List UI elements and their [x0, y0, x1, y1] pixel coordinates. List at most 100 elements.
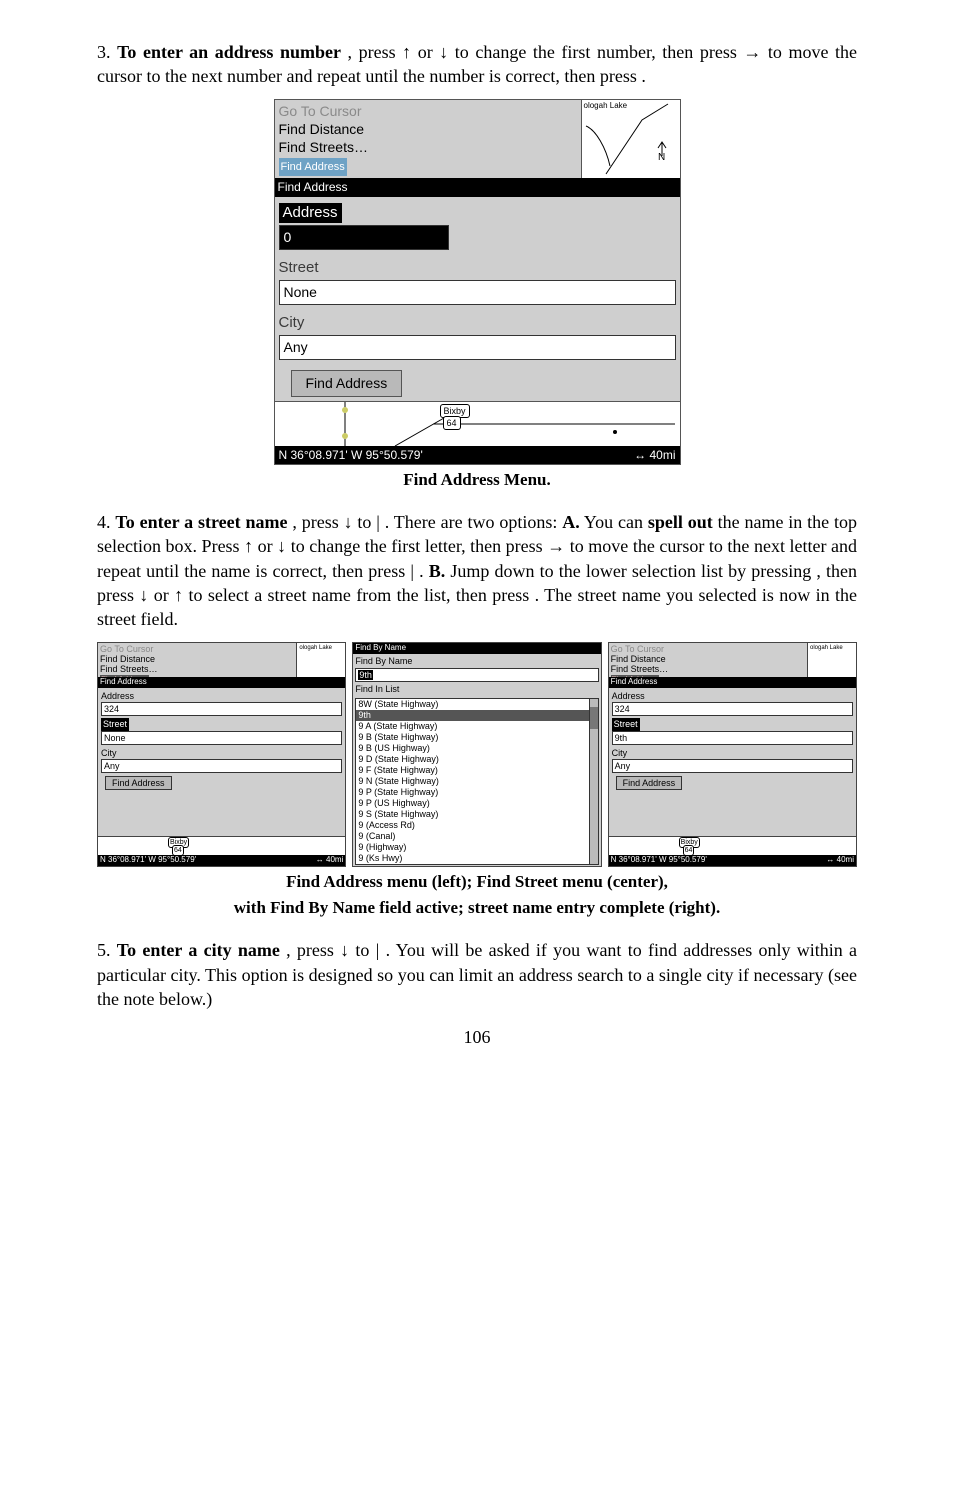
mini-city-field-r[interactable]: Any: [612, 759, 853, 773]
mini-status-r: N 36°08.971' W 95°50.579' ↔ 40mi: [609, 855, 856, 866]
street-list-item[interactable]: 9 A (State Highway): [356, 721, 597, 732]
address-label: Address: [279, 203, 342, 223]
mini-street-field[interactable]: None: [101, 731, 342, 745]
mini-status-coords: N 36°08.971' W 95°50.579': [100, 855, 196, 866]
step4-rest-b: You can: [584, 512, 648, 532]
caption-2b: with Find By Name field active; street n…: [97, 897, 857, 920]
find-by-name-value: 9th: [358, 670, 373, 680]
mini-street-label: Street: [101, 718, 129, 730]
form-area: Address 0 Street None City Any Find Addr…: [275, 197, 680, 401]
street-list-item[interactable]: 9 B (US Highway): [356, 743, 597, 754]
step4-spell: spell out: [648, 512, 713, 532]
status-bar: N 36°08.971' W 95°50.579' ↔ 40mi: [275, 446, 680, 464]
street-list-item[interactable]: 9th: [356, 710, 597, 721]
bottom-map-svg: [275, 402, 680, 446]
step4-a: A.: [562, 512, 580, 532]
screenshot-triple: Go To Cursor Find Distance Find Streets……: [97, 642, 857, 866]
find-by-name-field[interactable]: 9th: [355, 668, 598, 682]
scroll-thumb[interactable]: [590, 707, 598, 729]
mini-address-label: Address: [101, 690, 342, 702]
street-list-item[interactable]: 9 F (State Highway): [356, 765, 597, 776]
street-list-item[interactable]: 9 S (State Highway): [356, 809, 597, 820]
mini-street-label-r: Street: [612, 718, 640, 730]
step4-title: To enter a street name: [115, 512, 287, 532]
street-list-item[interactable]: 9 B (State Highway): [356, 732, 597, 743]
step3-paragraph: 3. To enter an address number , press ↑ …: [97, 40, 857, 89]
top-row: Go To Cursor Find Distance Find Streets……: [275, 100, 680, 178]
mini-menu: Go To Cursor Find Distance Find Streets……: [98, 643, 296, 677]
step4-b: B.: [429, 561, 446, 581]
street-list-item[interactable]: 9 (Canal): [356, 831, 597, 842]
mini-city-label-r: City: [612, 747, 853, 759]
mini-window-title-r: Find Address: [609, 677, 856, 688]
mini-bottom-map-r: Bixby 64: [609, 836, 856, 855]
step4-rest-a: , press ↓ to | . There are two options:: [292, 512, 562, 532]
caption-2a: Find Address menu (left); Find Street me…: [97, 871, 857, 894]
mini-status-scale: ↔ 40mi: [316, 855, 344, 866]
address-field[interactable]: 0: [279, 225, 449, 250]
status-coords: N 36°08.971' W 95°50.579': [279, 447, 423, 463]
mini-find-streets-r: Find Streets…: [611, 664, 805, 674]
map-thumbnail: ologah Lake N: [581, 100, 680, 178]
mini-go-to-cursor-r: Go To Cursor: [611, 644, 805, 654]
screenshot-right: Go To Cursor Find Distance Find Streets……: [608, 642, 857, 866]
street-field[interactable]: None: [279, 280, 676, 305]
popup-menu: Go To Cursor Find Distance Find Streets……: [275, 100, 581, 178]
center-title-bar: Find By Name: [353, 643, 600, 654]
street-list-item[interactable]: 9 (Highway): [356, 842, 597, 853]
mini-form-r: Address 324 Street 9th City Any Find Add…: [609, 688, 856, 836]
screenshot-left: Go To Cursor Find Distance Find Streets……: [97, 642, 346, 866]
mini-find-distance: Find Distance: [100, 654, 294, 664]
mini-form: Address 324 Street None City Any Find Ad…: [98, 688, 345, 836]
mini-find-button-r[interactable]: Find Address: [616, 776, 683, 790]
window-title: Find Address: [275, 178, 680, 196]
step5-paragraph: 5. To enter a city name , press ↓ to | .…: [97, 938, 857, 1011]
mini-find-streets: Find Streets…: [100, 664, 294, 674]
mini-find-button[interactable]: Find Address: [105, 776, 172, 790]
step3-prefix: 3.: [97, 42, 117, 62]
status-scale: ↔ 40mi: [634, 447, 675, 463]
find-in-list-label: Find In List: [353, 682, 600, 696]
menu-find-address-selected: Find Address: [279, 158, 347, 176]
step4-paragraph: 4. To enter a street name , press ↓ to |…: [97, 510, 857, 631]
menu-go-to-cursor: Go To Cursor: [279, 102, 577, 120]
map-thumbnail-svg: N: [582, 100, 680, 178]
street-list-item[interactable]: 9 P (State Highway): [356, 787, 597, 798]
street-list-item[interactable]: 9 N (State Highway): [356, 776, 597, 787]
mini-window-title: Find Address: [98, 677, 345, 688]
mini-menu-r: Go To Cursor Find Distance Find Streets……: [609, 643, 807, 677]
mini-city-field[interactable]: Any: [101, 759, 342, 773]
mini-street-field-r[interactable]: 9th: [612, 731, 853, 745]
city-label: City: [279, 313, 676, 333]
mini-route-badge: 64: [172, 845, 184, 856]
street-list-item[interactable]: 9 (Ks Hwy): [356, 853, 597, 864]
street-list-item[interactable]: 9 P (US Highway): [356, 798, 597, 809]
step5-prefix: 5.: [97, 940, 117, 960]
mini-address-label-r: Address: [612, 690, 853, 702]
mini-bottom-map: Bixby 64: [98, 836, 345, 855]
find-address-screenshot-large: Go To Cursor Find Distance Find Streets……: [274, 99, 681, 465]
street-label: Street: [279, 258, 676, 278]
mini-city-label: City: [101, 747, 342, 759]
street-list-item[interactable]: 8W (State Highway): [356, 699, 597, 710]
scrollbar[interactable]: [589, 699, 598, 864]
center-subtitle: Find By Name: [353, 654, 600, 668]
route-64-badge: 64: [443, 416, 461, 430]
caption-1: Find Address Menu.: [97, 469, 857, 492]
mini-map-thumb-r: ologah Lake: [807, 643, 856, 677]
mini-top: Go To Cursor Find Distance Find Streets……: [98, 643, 345, 677]
screenshot-center: Find By Name Find By Name 9th Find In Li…: [352, 642, 601, 866]
mini-address-field-r[interactable]: 324: [612, 702, 853, 716]
mini-find-distance-r: Find Distance: [611, 654, 805, 664]
street-list[interactable]: 8W (State Highway)9th9 A (State Highway)…: [355, 698, 598, 865]
street-list-item[interactable]: 9 D (State Highway): [356, 754, 597, 765]
mini-go-to-cursor: Go To Cursor: [100, 644, 294, 654]
mini-address-field[interactable]: 324: [101, 702, 342, 716]
mini-status-scale-r: ↔ 40mi: [826, 855, 854, 866]
find-address-button[interactable]: Find Address: [291, 370, 403, 397]
city-field[interactable]: Any: [279, 335, 676, 360]
mini-top-r: Go To Cursor Find Distance Find Streets……: [609, 643, 856, 677]
menu-find-streets: Find Streets…: [279, 138, 577, 156]
street-list-item[interactable]: 9 (Access Rd): [356, 820, 597, 831]
mini-status: N 36°08.971' W 95°50.579' ↔ 40mi: [98, 855, 345, 866]
